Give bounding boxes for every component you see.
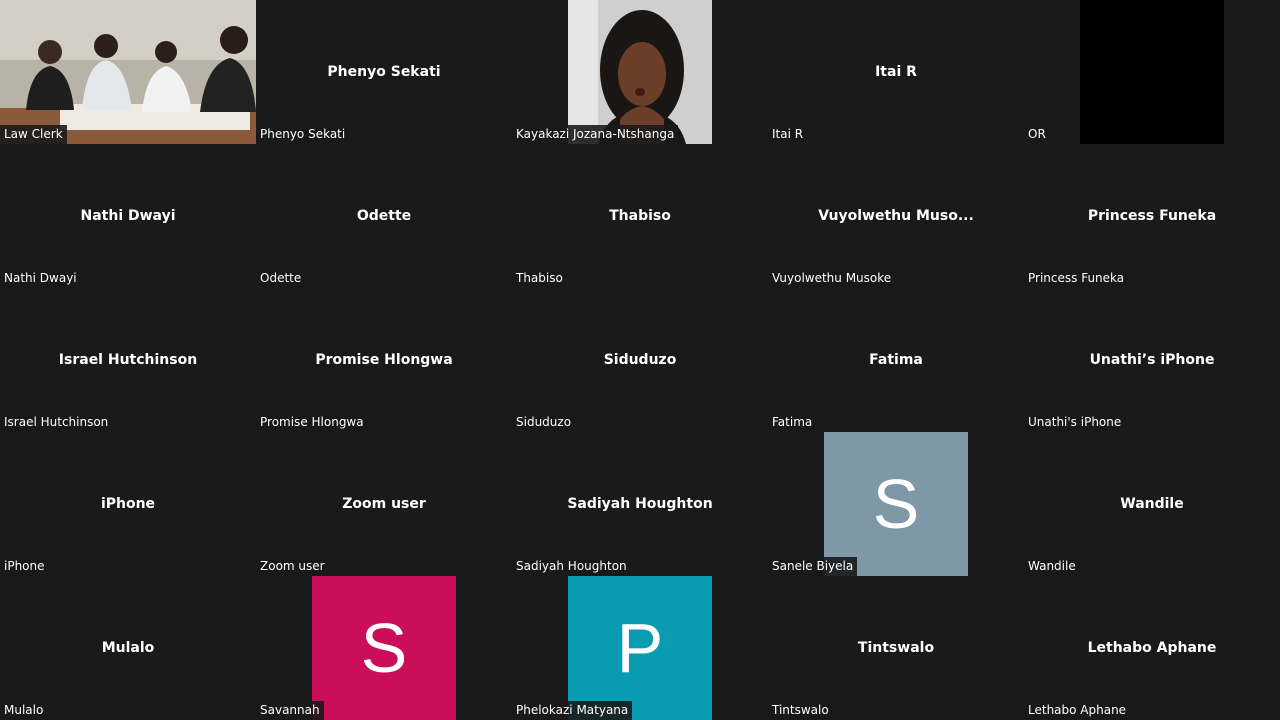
participant-tile[interactable]: Princess Funeka Princess Funeka — [1024, 144, 1280, 288]
participant-avatar: S — [312, 576, 456, 720]
participant-tile[interactable]: Fatima Fatima — [768, 288, 1024, 432]
participant-name-tag: iPhone — [0, 557, 49, 576]
participant-name-tag: Lethabo Aphane — [1024, 701, 1131, 720]
participant-display-name: Siduduzo — [603, 352, 677, 368]
participant-tile[interactable]: Vuyolwethu Muso... Vuyolwethu Musoke — [768, 144, 1024, 288]
participant-name-tag: Phenyo Sekati — [256, 125, 350, 144]
avatar-initial: S — [360, 609, 408, 687]
participant-name-tag: Vuyolwethu Musoke — [768, 269, 896, 288]
participant-tile-law-clerk[interactable]: Law Clerk — [0, 0, 256, 144]
participant-tile[interactable]: Odette Odette — [256, 144, 512, 288]
participant-display-name: Nathi Dwayi — [80, 208, 176, 224]
participant-display-name: Phenyo Sekati — [327, 64, 441, 80]
participant-name-tag: Phelokazi Matyana — [512, 701, 633, 720]
participant-display-name: Tintswalo — [857, 640, 935, 656]
participant-name-tag: OR — [1024, 125, 1050, 144]
participant-name-tag: Kayakazi Jozana-Ntshanga — [512, 125, 679, 144]
participant-profile-photo — [568, 0, 712, 144]
participant-name-tag: Wandile — [1024, 557, 1080, 576]
participant-tile[interactable]: Wandile Wandile — [1024, 432, 1280, 576]
participant-tile[interactable]: Israel Hutchinson Israel Hutchinson — [0, 288, 256, 432]
participant-display-name: Unathi’s iPhone — [1089, 352, 1215, 368]
participant-display-name: Odette — [356, 208, 412, 224]
participant-name-tag: Mulalo — [0, 701, 48, 720]
participant-name-tag: Savannah — [256, 701, 324, 720]
participant-tile[interactable]: Thabiso Thabiso — [512, 144, 768, 288]
participant-tile[interactable]: Lethabo Aphane Lethabo Aphane — [1024, 576, 1280, 720]
participant-tile[interactable]: Promise Hlongwa Promise Hlongwa — [256, 288, 512, 432]
participant-name-tag: Itai R — [768, 125, 808, 144]
participant-name-tag: Tintswalo — [768, 701, 833, 720]
participant-tile[interactable]: Nathi Dwayi Nathi Dwayi — [0, 144, 256, 288]
participant-name-tag: Fatima — [768, 413, 817, 432]
participant-tile[interactable]: Zoom user Zoom user — [256, 432, 512, 576]
participant-name-tag: Thabiso — [512, 269, 567, 288]
participant-name-tag: Sanele Biyela — [768, 557, 858, 576]
participant-display-name: Lethabo Aphane — [1087, 640, 1217, 656]
participant-display-name: Israel Hutchinson — [58, 352, 198, 368]
participant-tile[interactable]: iPhone iPhone — [0, 432, 256, 576]
participant-tile[interactable]: Phenyo Sekati Phenyo Sekati — [256, 0, 512, 144]
avatar-initial: S — [872, 465, 920, 543]
participant-tile[interactable]: Siduduzo Siduduzo — [512, 288, 768, 432]
participant-video-off — [1080, 0, 1224, 144]
participant-display-name: Vuyolwethu Muso... — [818, 208, 974, 224]
participant-name-tag: Nathi Dwayi — [0, 269, 81, 288]
participant-display-name: Fatima — [869, 352, 923, 368]
participant-name-tag: Israel Hutchinson — [0, 413, 113, 432]
participant-display-name: Zoom user — [342, 496, 426, 512]
participant-tile-sanele[interactable]: S Sanele Biyela — [768, 432, 1024, 576]
participant-tile[interactable]: Unathi’s iPhone Unathi's iPhone — [1024, 288, 1280, 432]
participant-display-name: Mulalo — [101, 640, 155, 656]
participant-display-name: Princess Funeka — [1087, 208, 1217, 224]
participant-display-name: Wandile — [1120, 496, 1184, 512]
participant-tile-savannah[interactable]: S Savannah — [256, 576, 512, 720]
participant-display-name: Promise Hlongwa — [315, 352, 453, 368]
participant-gallery: Law Clerk Phenyo Sekati Phenyo Sekati Ka… — [0, 0, 1280, 720]
participant-tile-or[interactable]: OR — [1024, 0, 1280, 144]
participant-name-tag: Princess Funeka — [1024, 269, 1129, 288]
participant-display-name: Itai R — [875, 64, 917, 80]
participant-display-name: iPhone — [100, 496, 156, 512]
participant-tile-phelokazi[interactable]: P Phelokazi Matyana — [512, 576, 768, 720]
participant-name-tag: Odette — [256, 269, 306, 288]
participant-avatar: S — [824, 432, 968, 576]
participant-name-tag: Zoom user — [256, 557, 329, 576]
participant-tile-kayakazi[interactable]: Kayakazi Jozana-Ntshanga — [512, 0, 768, 144]
participant-video — [0, 0, 256, 144]
participant-tile[interactable]: Sadiyah Houghton Sadiyah Houghton — [512, 432, 768, 576]
participant-name-tag: Unathi's iPhone — [1024, 413, 1126, 432]
participant-tile[interactable]: Mulalo Mulalo — [0, 576, 256, 720]
participant-name-tag: Siduduzo — [512, 413, 576, 432]
participant-display-name: Thabiso — [609, 208, 671, 224]
participant-name-tag: Promise Hlongwa — [256, 413, 368, 432]
participant-display-name: Sadiyah Houghton — [567, 496, 713, 512]
participant-tile[interactable]: Itai R Itai R — [768, 0, 1024, 144]
participant-tile[interactable]: Tintswalo Tintswalo — [768, 576, 1024, 720]
participant-name-tag: Sadiyah Houghton — [512, 557, 631, 576]
avatar-initial: P — [616, 609, 664, 687]
participant-avatar: P — [568, 576, 712, 720]
participant-name-tag: Law Clerk — [0, 125, 67, 144]
